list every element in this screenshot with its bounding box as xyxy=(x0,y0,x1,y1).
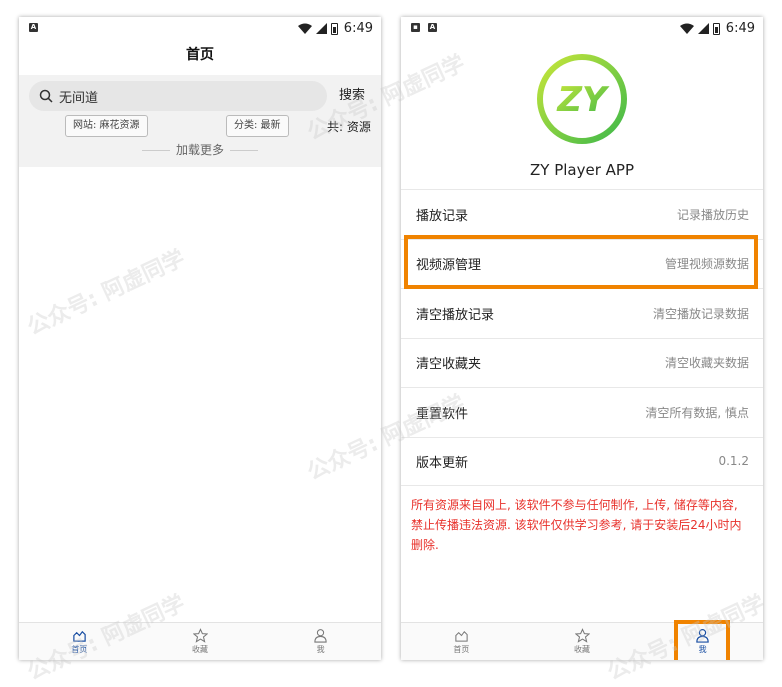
tab-favorites[interactable]: 收藏 xyxy=(522,623,643,660)
menu-item-label: 播放记录 xyxy=(416,208,469,224)
tab-home[interactable]: 首页 xyxy=(401,623,522,660)
menu-item-label: 版本更新 xyxy=(416,455,469,471)
menu-item-label: 重置软件 xyxy=(416,406,469,422)
home-icon xyxy=(73,630,86,642)
wifi-icon xyxy=(679,23,694,34)
tab-label: 收藏 xyxy=(192,645,208,654)
tab-me[interactable]: 我 xyxy=(260,623,381,660)
status-bar: A 6:49 xyxy=(19,17,381,41)
menu-version-update[interactable]: 版本更新 0.1.2 xyxy=(401,436,763,486)
load-more-button[interactable]: 加载更多 xyxy=(19,141,381,158)
menu-item-label: 清空播放记录 xyxy=(416,307,495,323)
menu-item-desc: 清空所有数据, 慎点 xyxy=(645,405,749,420)
notification-icon: A xyxy=(428,23,437,32)
menu-clear-history[interactable]: 清空播放记录 清空播放记录数据 xyxy=(401,288,763,338)
menu-item-label: 清空收藏夹 xyxy=(416,357,482,373)
app-logo: ZY xyxy=(537,54,627,144)
menu-source-manage[interactable]: 视频源管理 管理视频源数据 xyxy=(401,238,763,289)
status-bar: ▪ A 6:49 xyxy=(401,17,763,41)
logo-text: ZY xyxy=(556,80,610,120)
settings-menu: 播放记录 记录播放历史 视频源管理 管理视频源数据 清空播放记录 清空播放记录数… xyxy=(401,189,763,486)
notification-icon: A xyxy=(29,23,38,32)
search-button[interactable]: 搜索 xyxy=(339,81,365,111)
tab-label: 我 xyxy=(316,645,325,654)
search-value: 无间道 xyxy=(59,90,99,106)
menu-item-desc: 清空播放记录数据 xyxy=(652,306,749,321)
menu-play-history[interactable]: 播放记录 记录播放历史 xyxy=(401,189,763,239)
wifi-icon xyxy=(297,23,312,34)
bottom-tab-bar: 首页 收藏 我 xyxy=(401,622,763,660)
phone-screen-me: ▪ A 6:49 ZY ZY Player APP 播放记录 记录播放历史 视频… xyxy=(401,17,763,660)
tab-favorites[interactable]: 收藏 xyxy=(140,623,261,660)
category-filter-button[interactable]: 分类: 最新 xyxy=(226,115,289,137)
signal-icon xyxy=(697,23,709,34)
star-icon xyxy=(192,628,208,643)
star-icon xyxy=(574,628,590,643)
tab-me[interactable]: 我 xyxy=(642,623,763,660)
user-icon xyxy=(314,629,327,643)
phone-screen-home: A 6:49 首页 无间道 搜索 网站: 麻花资源 分类: 最新 共: 资源 加… xyxy=(19,17,381,660)
battery-icon xyxy=(712,22,720,35)
tab-label: 收藏 xyxy=(574,645,590,654)
total-count: 共: 资源 xyxy=(327,120,371,134)
tab-label: 首页 xyxy=(453,645,470,654)
tab-label: 我 xyxy=(698,645,707,654)
disclaimer-text: 所有资源来自网上, 该软件不参与任何制作, 上传, 储存等内容, 禁止传播违法资… xyxy=(411,498,742,552)
load-more-label: 加载更多 xyxy=(175,143,224,157)
search-icon xyxy=(39,89,53,103)
menu-item-desc: 记录播放历史 xyxy=(676,207,749,222)
menu-item-desc: 0.1.2 xyxy=(718,454,749,469)
home-icon xyxy=(455,630,468,642)
search-area: 无间道 搜索 网站: 麻花资源 分类: 最新 共: 资源 加载更多 xyxy=(19,75,381,167)
signal-icon xyxy=(315,23,327,34)
menu-item-desc: 清空收藏夹数据 xyxy=(664,356,749,371)
user-icon xyxy=(696,628,709,643)
site-filter-button[interactable]: 网站: 麻花资源 xyxy=(65,115,148,137)
image-notification-icon: ▪ xyxy=(411,23,420,32)
status-time: 6:49 xyxy=(725,21,755,36)
tab-home[interactable]: 首页 xyxy=(19,623,140,660)
menu-item-label: 视频源管理 xyxy=(416,258,482,274)
app-name: ZY Player APP xyxy=(529,161,634,179)
menu-reset-app[interactable]: 重置软件 清空所有数据, 慎点 xyxy=(401,387,763,437)
search-input[interactable]: 无间道 xyxy=(29,81,327,111)
bottom-tab-bar: 首页 收藏 我 xyxy=(19,622,381,660)
tab-label: 首页 xyxy=(71,645,88,654)
menu-clear-favorites[interactable]: 清空收藏夹 清空收藏夹数据 xyxy=(401,337,763,388)
battery-icon xyxy=(330,22,338,35)
status-time: 6:49 xyxy=(343,21,373,36)
menu-item-desc: 管理视频源数据 xyxy=(664,257,749,272)
